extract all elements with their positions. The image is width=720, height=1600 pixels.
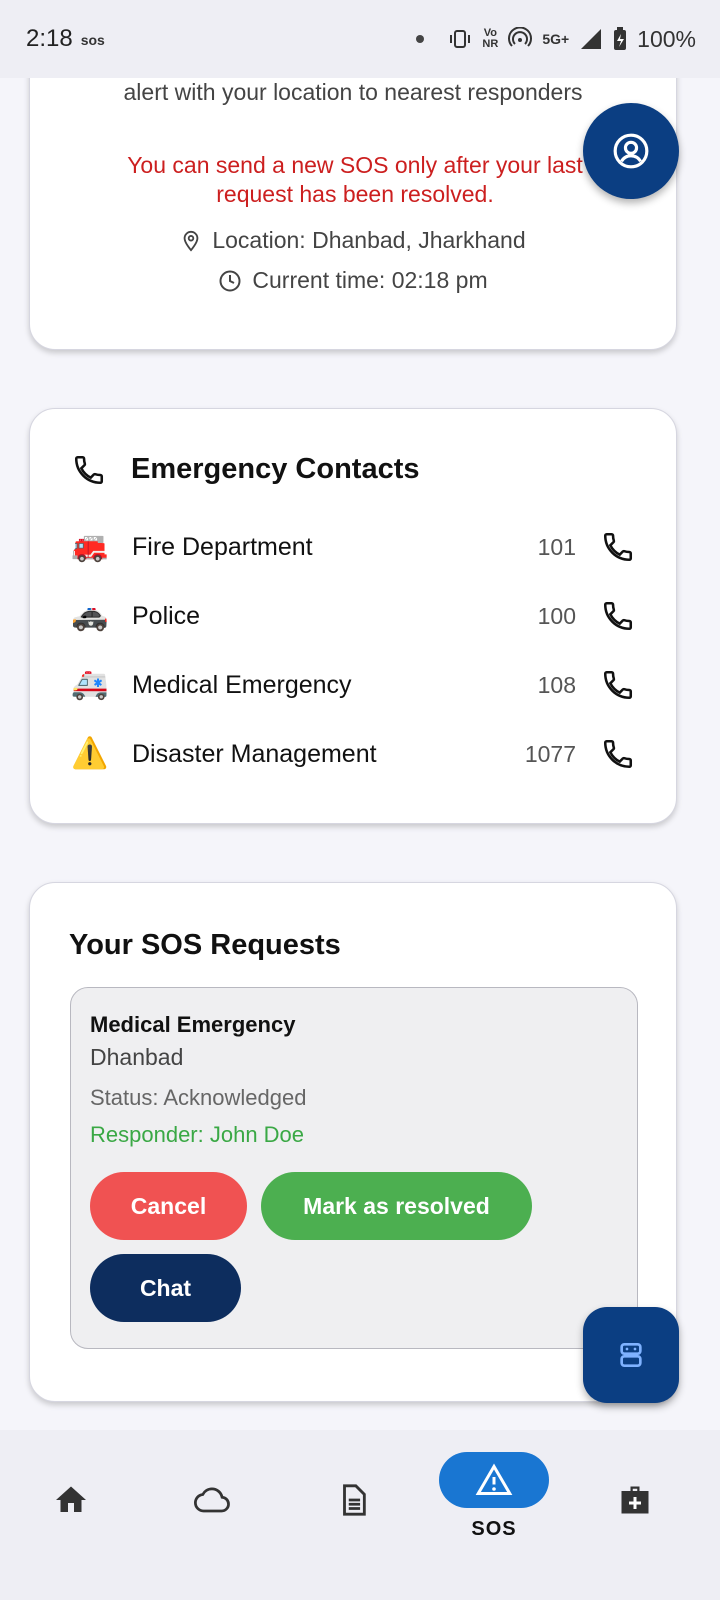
clock-icon: [219, 270, 241, 291]
nav-sos[interactable]: SOS: [439, 1452, 549, 1562]
contact-name: Police: [132, 601, 201, 630]
home-icon: [56, 1486, 86, 1512]
fire-engine-icon: 🚒: [71, 530, 109, 563]
nr-text: NR: [482, 38, 499, 50]
battery-percent: 100%: [637, 25, 696, 52]
request-responder: Responder: John Doe: [90, 1122, 305, 1147]
hotspot-icon: [508, 27, 533, 47]
emergency-contacts-card: Emergency Contacts 🚒 Fire Department 101…: [29, 408, 677, 824]
chat-button[interactable]: Chat: [90, 1254, 241, 1322]
nav-sos-label: SOS: [471, 1518, 517, 1540]
call-police-button[interactable]: [598, 596, 638, 636]
call-disaster-button[interactable]: [598, 734, 638, 774]
phone-icon: [603, 739, 633, 769]
nav-icon-container: [580, 1472, 690, 1528]
robot-icon: [620, 1343, 642, 1367]
contact-number: 108: [537, 671, 576, 698]
emergency-contacts-title: Emergency Contacts: [131, 453, 420, 485]
call-fire-button[interactable]: [598, 527, 638, 567]
cancel-request-button[interactable]: Cancel: [90, 1172, 247, 1240]
phone-icon: [603, 532, 633, 562]
contact-name: Disaster Management: [132, 739, 377, 768]
sos-request-item: Medical Emergency Dhanbad Status: Acknow…: [70, 987, 638, 1349]
call-medical-button[interactable]: [598, 665, 638, 705]
nav-home[interactable]: [16, 1450, 126, 1560]
warning-icon: [475, 1463, 513, 1495]
profile-fab-button[interactable]: [583, 103, 679, 199]
profile-icon: [613, 133, 649, 169]
ambulance-icon: 🚑: [71, 668, 109, 701]
document-icon: [343, 1484, 366, 1516]
status-sos-indicator: sos: [80, 32, 105, 48]
contact-number: 100: [537, 602, 576, 629]
request-type: Medical Emergency: [90, 1012, 296, 1037]
request-city: Dhanbad: [90, 1044, 184, 1070]
phone-icon: [74, 455, 104, 485]
signal-icon: [581, 29, 602, 49]
police-car-icon: 🚓: [71, 599, 109, 632]
contact-row-fire: 🚒 Fire Department 101: [68, 522, 638, 572]
network-type: 5G+: [542, 30, 570, 47]
alert-description: alert with your location to nearest resp…: [123, 79, 583, 105]
bottom-navigation: SOS: [0, 1430, 720, 1600]
status-bar: 2:18 sos Vo NR 5G+ 100%: [0, 0, 720, 78]
sos-requests-title: Your SOS Requests: [69, 929, 341, 961]
volte-indicator: Vo NR: [482, 28, 498, 50]
contact-name: Fire Department: [132, 532, 313, 561]
battery-icon: [614, 27, 627, 50]
contact-number: 1077: [524, 740, 576, 767]
contact-row-disaster: ⚠️ Disaster Management 1077: [68, 729, 638, 779]
nav-icon-container: [298, 1472, 408, 1528]
status-left: 2:18 sos: [26, 25, 105, 53]
phone-icon: [603, 670, 633, 700]
location-info: Location: Dhanbad, Jharkhand: [30, 227, 676, 254]
medical-kit-icon: [621, 1486, 649, 1514]
nav-icon-container: [157, 1472, 267, 1528]
status-right: Vo NR 5G+ 100%: [416, 26, 696, 53]
mark-resolved-button[interactable]: Mark as resolved: [261, 1172, 532, 1240]
location-pin-icon: [184, 230, 199, 252]
contact-row-police: 🚓 Police 100: [68, 591, 638, 641]
nav-icon-container: [16, 1472, 126, 1528]
contact-name: Medical Emergency: [132, 670, 352, 699]
current-time-text: Current time: 02:18 pm: [252, 267, 488, 293]
nav-icon-container-active: [439, 1452, 549, 1508]
warning-sign-icon: ⚠️: [71, 737, 109, 770]
nav-weather[interactable]: [157, 1450, 267, 1560]
chatbot-fab-button[interactable]: [583, 1307, 679, 1403]
sos-requests-card: Your SOS Requests Medical Emergency Dhan…: [29, 882, 677, 1402]
phone-icon: [603, 601, 633, 631]
cloud-icon: [193, 1487, 230, 1513]
sos-warning-text: You can send a new SOS only after your l…: [127, 152, 583, 207]
request-status: Status: Acknowledged: [90, 1085, 307, 1110]
nav-medical[interactable]: [580, 1450, 690, 1560]
time-info: Current time: 02:18 pm: [30, 267, 676, 294]
contact-row-medical: 🚑 Medical Emergency 108: [68, 660, 638, 710]
vibrate-icon: [450, 30, 471, 48]
status-time: 2:18: [26, 25, 73, 52]
contact-number: 101: [537, 533, 576, 560]
nav-reports[interactable]: [298, 1450, 408, 1560]
notification-dot-icon: [416, 35, 425, 43]
location-text: Location: Dhanbad, Jharkhand: [212, 227, 526, 253]
